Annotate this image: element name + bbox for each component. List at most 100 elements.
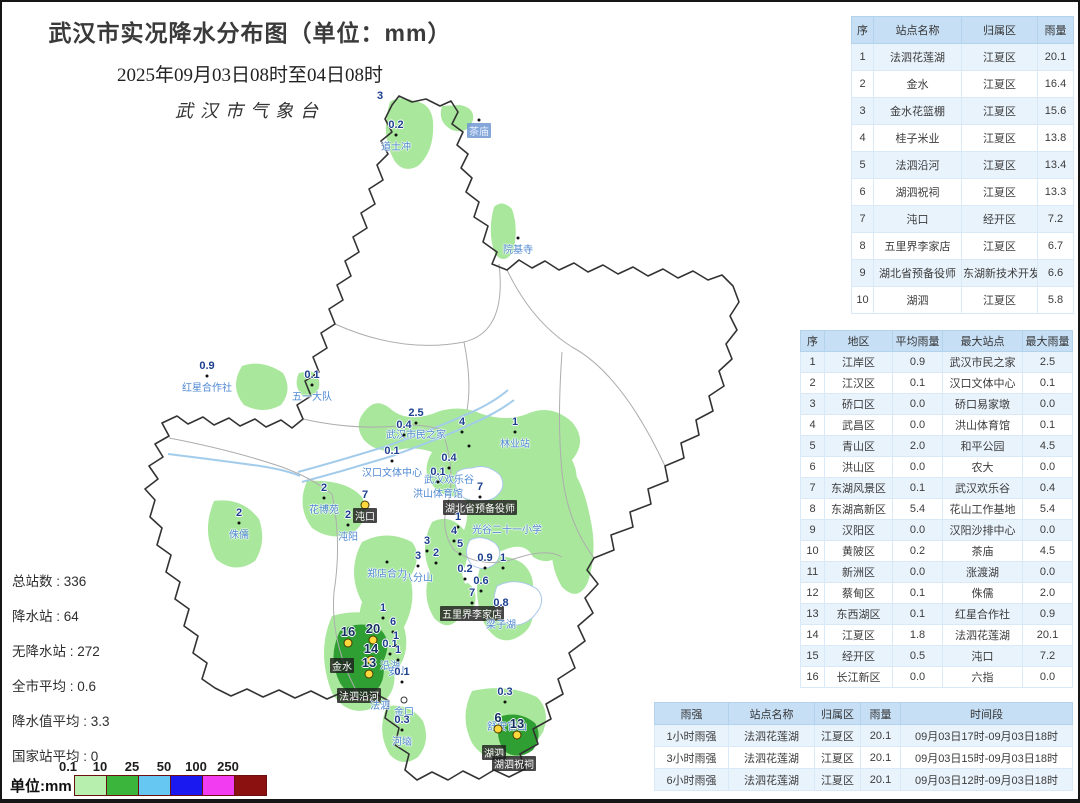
- table-header-cell: 站点名称: [874, 17, 962, 44]
- table-cell: 江夏区: [815, 725, 861, 747]
- table-cell: 0.0: [893, 394, 943, 415]
- table-row: 9湖北省预备役师东湖新技术开发区6.6: [852, 260, 1074, 287]
- stat-line: 降水值平均 : 3.3: [12, 710, 110, 730]
- table-cell: 和平公园: [943, 436, 1023, 457]
- table-cell: 16: [801, 667, 825, 688]
- table-header-row: 序站点名称归属区雨量: [852, 17, 1074, 44]
- table-cell: 20.1: [861, 769, 901, 791]
- table-cell: 5.8: [1038, 287, 1074, 314]
- table-header-cell: 序: [852, 17, 874, 44]
- table-cell: 5: [801, 436, 825, 457]
- legend-unit-label: 单位:mm: [10, 775, 72, 796]
- table-cell: 江夏区: [962, 44, 1038, 71]
- table-cell: 硚口区: [825, 394, 893, 415]
- table-header-cell: 雨量: [1038, 17, 1074, 44]
- table-row: 1小时雨强法泗花莲湖江夏区20.109月03日17时-09月03日18时: [655, 725, 1073, 747]
- table-cell: 2.5: [1023, 352, 1073, 373]
- table-cell: 0.0: [1023, 520, 1073, 541]
- table-header-cell: 雨量: [861, 703, 901, 725]
- table-cell: 7: [852, 206, 874, 233]
- table-cell: 法泗花莲湖: [874, 44, 962, 71]
- table-row: 4武昌区0.0洪山体育馆0.1: [801, 415, 1073, 436]
- table-cell: 4.5: [1023, 436, 1073, 457]
- table-cell: 茶庙: [943, 541, 1023, 562]
- table-cell: 10: [801, 541, 825, 562]
- table-row: 7东湖风景区0.1武汉欢乐谷0.4: [801, 478, 1073, 499]
- time-period: 2025年09月03日08时至04日08时: [30, 60, 470, 87]
- table-row: 14江夏区1.8法泗花莲湖20.1: [801, 625, 1073, 646]
- table-cell: 3: [852, 98, 874, 125]
- table-cell: 3: [801, 394, 825, 415]
- table-row: 15经开区0.5沌口7.2: [801, 646, 1073, 667]
- table-cell: 农大: [943, 457, 1023, 478]
- table-cell: 江夏区: [962, 125, 1038, 152]
- table-cell: 13.4: [1038, 152, 1074, 179]
- legend-swatch: [202, 775, 235, 796]
- table-row: 2金水江夏区16.4: [852, 71, 1074, 98]
- district-summary-table: 序地区平均雨量最大站点最大雨量1江岸区0.9武汉市民之家2.52江汉区0.1汉口…: [800, 330, 1073, 688]
- table-header-cell: 站点名称: [729, 703, 815, 725]
- legend-threshold-labels: 0.1102550100250: [10, 759, 266, 774]
- legend-threshold: 10: [93, 759, 107, 774]
- table-cell: 汉阳沙排中心: [943, 520, 1023, 541]
- table-cell: 5.4: [1023, 499, 1073, 520]
- table-cell: 4: [852, 125, 874, 152]
- table-row: 10湖泗江夏区5.8: [852, 287, 1074, 314]
- page-title: 武汉市实况降水分布图（单位：mm）: [30, 14, 470, 48]
- table-cell: 东湖风景区: [825, 478, 893, 499]
- table-cell: 10: [852, 287, 874, 314]
- table-cell: 0.4: [1023, 478, 1073, 499]
- table-cell: 经开区: [962, 206, 1038, 233]
- table-cell: 江夏区: [962, 98, 1038, 125]
- table-row: 6洪山区0.0农大0.0: [801, 457, 1073, 478]
- table-cell: 6: [852, 179, 874, 206]
- agency-name: 武汉市气象台: [30, 97, 470, 123]
- table-row: 16长江新区0.0六指0.0: [801, 667, 1073, 688]
- table-cell: 湖北省预备役师: [874, 260, 962, 287]
- table-cell: 0.0: [893, 520, 943, 541]
- table-cell: 花山工作基地: [943, 499, 1023, 520]
- table-cell: 6.7: [1038, 233, 1074, 260]
- table-cell: 0.0: [1023, 562, 1073, 583]
- table-row: 11新洲区0.0涨渡湖0.0: [801, 562, 1073, 583]
- table-cell: 武昌区: [825, 415, 893, 436]
- table-header-cell: 归属区: [815, 703, 861, 725]
- table-cell: 黄陂区: [825, 541, 893, 562]
- table-cell: 11: [801, 562, 825, 583]
- table-cell: 20.1: [861, 725, 901, 747]
- legend-swatch: [170, 775, 203, 796]
- legend-threshold: 250: [217, 759, 239, 774]
- table-cell: 1: [801, 352, 825, 373]
- table-cell: 13: [801, 604, 825, 625]
- table-cell: 江夏区: [825, 625, 893, 646]
- table-cell: 2: [801, 373, 825, 394]
- table-cell: 五里界李家店: [874, 233, 962, 260]
- table-cell: 0.1: [1023, 373, 1073, 394]
- table-cell: 江夏区: [962, 233, 1038, 260]
- district-border-layer: [169, 264, 665, 692]
- table-row: 6湖泗祝祠江夏区13.3: [852, 179, 1074, 206]
- table-row: 10黄陂区0.2茶庙4.5: [801, 541, 1073, 562]
- table-cell: 2.0: [893, 436, 943, 457]
- table-cell: 东湖高新区: [825, 499, 893, 520]
- table-cell: 江夏区: [815, 769, 861, 791]
- table-cell: 法泗花莲湖: [729, 725, 815, 747]
- stat-line: 无降水站 : 272: [12, 640, 110, 660]
- table-row: 9汉阳区0.0汉阳沙排中心0.0: [801, 520, 1073, 541]
- table-cell: 5.4: [893, 499, 943, 520]
- table-header-cell: 雨强: [655, 703, 729, 725]
- table-cell: 沌口: [874, 206, 962, 233]
- table-header-cell: 序: [801, 331, 825, 352]
- title-block: 武汉市实况降水分布图（单位：mm） 2025年09月03日08时至04日08时 …: [30, 14, 470, 123]
- table-cell: 0.1: [893, 604, 943, 625]
- table-cell: 洪山体育馆: [943, 415, 1023, 436]
- table-cell: 湖泗: [874, 287, 962, 314]
- table-row: 8五里界李家店江夏区6.7: [852, 233, 1074, 260]
- table-cell: 江夏区: [962, 287, 1038, 314]
- table-cell: 0.0: [1023, 667, 1073, 688]
- table-cell: 桂子米业: [874, 125, 962, 152]
- color-legend: 0.1102550100250 单位:mm: [10, 759, 266, 796]
- table-cell: 13.8: [1038, 125, 1074, 152]
- table-cell: 红星合作社: [943, 604, 1023, 625]
- table-cell: 0.0: [893, 667, 943, 688]
